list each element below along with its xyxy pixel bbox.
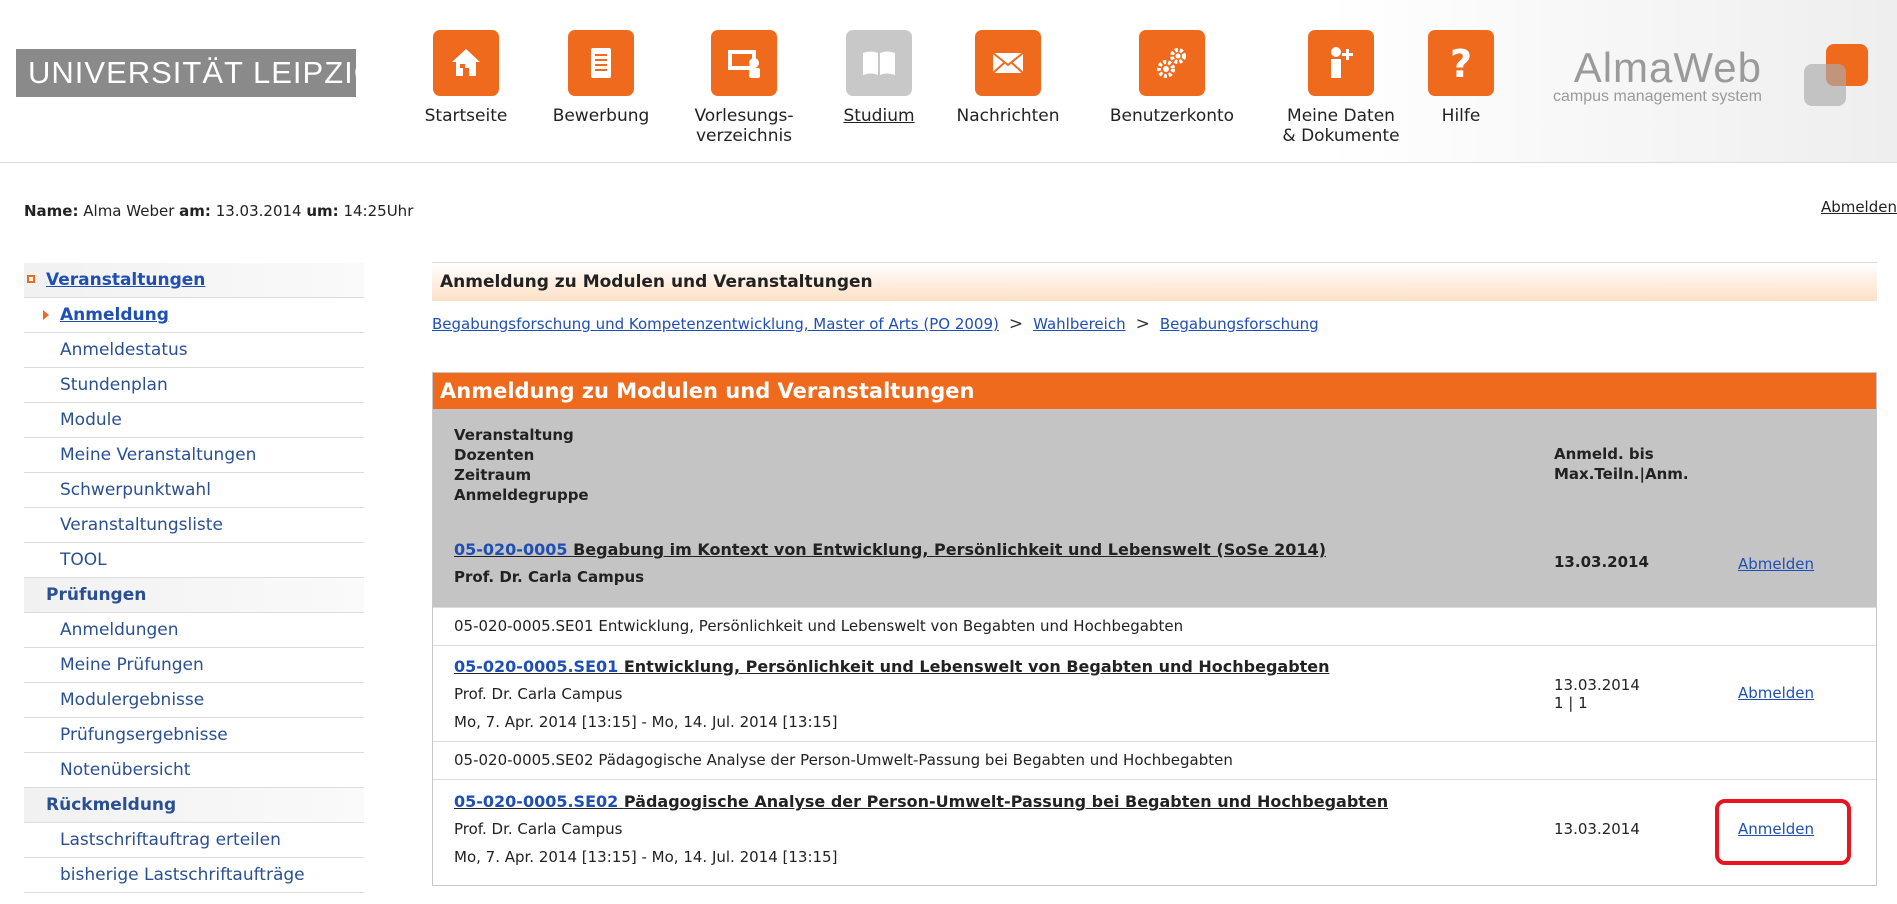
table-header: Veranstaltung Dozenten Zeitraum Anmeldeg… xyxy=(433,409,1876,517)
nav-label: Hilfe xyxy=(1441,106,1481,126)
collapse-square-icon xyxy=(27,275,35,283)
course-period: Mo, 7. Apr. 2014 [13:15] - Mo, 14. Jul. … xyxy=(454,713,838,731)
nav-label: Benutzerkonto xyxy=(1109,106,1235,126)
current-time: 14:25 xyxy=(343,202,387,220)
sidebar-item-lastschriftauftrag[interactable]: Lastschriftauftrag erteilen xyxy=(24,823,364,858)
subgroup-label: 05-020-0005.SE01 Entwicklung, Persönlich… xyxy=(454,617,1184,635)
sidebar: Veranstaltungen Anmeldung Anmeldestatus … xyxy=(24,263,364,893)
module-code-link[interactable]: 05-020-0005 xyxy=(454,540,567,559)
nav-label: Startseite xyxy=(424,106,508,126)
module-row: 05-020-0005 Begabung im Kontext von Entw… xyxy=(433,517,1876,607)
course-capacity: 1 | 1 xyxy=(1554,694,1588,712)
sidebar-section-veranstaltungen[interactable]: Veranstaltungen xyxy=(24,263,364,298)
course-row: 05-020-0005.SE01 Entwicklung, Persönlich… xyxy=(433,645,1876,741)
sidebar-item-stundenplan[interactable]: Stundenplan xyxy=(24,368,364,403)
sidebar-item-modulergebnisse[interactable]: Modulergebnisse xyxy=(24,683,364,718)
sidebar-item-meine-pruefungen[interactable]: Meine Prüfungen xyxy=(24,648,364,683)
module-unregister-link[interactable]: Abmelden xyxy=(1738,555,1814,573)
course-lecturer: Prof. Dr. Carla Campus xyxy=(454,820,623,838)
module-lecturer: Prof. Dr. Carla Campus xyxy=(454,568,645,586)
envelope-icon xyxy=(975,30,1041,96)
brand-title: AlmaWeb xyxy=(1573,44,1762,91)
nav-hilfe[interactable]: ? Hilfe xyxy=(1428,30,1494,155)
sidebar-section-pruefungen[interactable]: Prüfungen xyxy=(24,578,364,613)
university-logo[interactable]: UNIVERSITÄT LEIPZIG xyxy=(16,49,356,97)
subgroup-row: 05-020-0005.SE01 Entwicklung, Persönlich… xyxy=(433,607,1876,645)
header: UNIVERSITÄT LEIPZIG Startseite Bewerbung… xyxy=(0,0,1897,163)
course-unregister-link[interactable]: Abmelden xyxy=(1738,684,1814,702)
gears-icon xyxy=(1139,30,1205,96)
nav-bewerbung[interactable]: Bewerbung xyxy=(548,30,654,155)
breadcrumb-link-studiengang[interactable]: Begabungsforschung und Kompetenzentwickl… xyxy=(432,315,999,333)
subgroup-row: 05-020-0005.SE02 Pädagogische Analyse de… xyxy=(433,741,1876,779)
question-icon: ? xyxy=(1428,30,1494,96)
nav-label: Bewerbung xyxy=(552,106,650,126)
nav-nachrichten[interactable]: Nachrichten xyxy=(952,30,1064,155)
nav-startseite[interactable]: Startseite xyxy=(418,30,514,155)
breadcrumb-separator: > xyxy=(1135,314,1150,334)
course-code-link[interactable]: 05-020-0005.SE01 xyxy=(454,657,618,676)
sidebar-item-tool[interactable]: TOOL xyxy=(24,543,364,578)
table-title: Anmeldung zu Modulen und Veranstaltungen xyxy=(433,373,1876,409)
sidebar-section-rueckmeldung[interactable]: Rückmeldung xyxy=(24,788,364,823)
breadcrumb: Begabungsforschung und Kompetenzentwickl… xyxy=(432,314,1319,334)
nav-label: Nachrichten xyxy=(956,106,1060,126)
subgroup-label: 05-020-0005.SE02 Pädagogische Analyse de… xyxy=(454,751,1233,769)
sidebar-item-notenuebersicht[interactable]: Notenübersicht xyxy=(24,753,364,788)
course-lecturer: Prof. Dr. Carla Campus xyxy=(454,685,623,703)
header-right-columns: Anmeld. bis Max.Teiln.|Anm. xyxy=(1554,445,1689,483)
sidebar-item-bisherige-lastschriftauftraege[interactable]: bisherige Lastschriftaufträge xyxy=(24,858,364,893)
course-row: 05-020-0005.SE02 Pädagogische Analyse de… xyxy=(433,779,1876,885)
page-title: Anmeldung zu Modulen und Veranstaltungen xyxy=(432,262,1877,301)
svg-text:?: ? xyxy=(1450,42,1472,85)
nav-studium[interactable]: Studium xyxy=(838,30,920,155)
user-info: Name: Alma Weber am: 13.03.2014 um: 14:2… xyxy=(24,202,414,220)
registration-table: Anmeldung zu Modulen und Veranstaltungen… xyxy=(432,372,1877,886)
module-title: 05-020-0005 Begabung im Kontext von Entw… xyxy=(454,540,1326,559)
sidebar-item-anmeldungen[interactable]: Anmeldungen xyxy=(24,613,364,648)
almaweb-logo: AlmaWeb campus management system xyxy=(1538,44,1878,114)
breadcrumb-link-begabungsforschung[interactable]: Begabungsforschung xyxy=(1160,315,1319,333)
brand-subtitle: campus management system xyxy=(1553,88,1762,105)
sidebar-item-schwerpunktwahl[interactable]: Schwerpunktwahl xyxy=(24,473,364,508)
course-period: Mo, 7. Apr. 2014 [13:15] - Mo, 14. Jul. … xyxy=(454,848,838,866)
sidebar-item-anmeldestatus[interactable]: Anmeldestatus xyxy=(24,333,364,368)
user-name: Alma Weber xyxy=(83,202,175,220)
nav-benutzerkonto[interactable]: Benutzerkonto xyxy=(1100,30,1244,155)
nav-label: Studium xyxy=(843,106,915,126)
user-add-icon xyxy=(1308,30,1374,96)
presentation-icon xyxy=(711,30,777,96)
nav-meine-daten[interactable]: Meine Daten & Dokumente xyxy=(1278,30,1404,155)
book-icon xyxy=(846,30,912,96)
nav-label: Meine Daten & Dokumente xyxy=(1282,106,1400,146)
course-deadline: 13.03.2014 xyxy=(1554,820,1640,838)
document-icon xyxy=(568,30,634,96)
header-left-columns: Veranstaltung Dozenten Zeitraum Anmeldeg… xyxy=(454,426,589,504)
course-title: 05-020-0005.SE01 Entwicklung, Persönlich… xyxy=(454,657,1330,676)
current-date: 13.03.2014 xyxy=(215,202,302,220)
logout-link[interactable]: Abmelden xyxy=(1821,198,1897,216)
sidebar-item-pruefungsergebnisse[interactable]: Prüfungsergebnisse xyxy=(24,718,364,753)
course-deadline: 13.03.2014 xyxy=(1554,676,1640,694)
nav-vorlesungsverzeichnis[interactable]: Vorlesungs- verzeichnis xyxy=(688,30,800,155)
course-title: 05-020-0005.SE02 Pädagogische Analyse de… xyxy=(454,792,1389,811)
arrow-right-icon xyxy=(43,310,49,320)
home-icon xyxy=(433,30,499,96)
sidebar-item-veranstaltungsliste[interactable]: Veranstaltungsliste xyxy=(24,508,364,543)
course-code-link[interactable]: 05-020-0005.SE02 xyxy=(454,792,618,811)
sidebar-item-anmeldung[interactable]: Anmeldung xyxy=(24,298,364,333)
breadcrumb-separator: > xyxy=(1008,314,1024,334)
breadcrumb-link-wahlbereich[interactable]: Wahlbereich xyxy=(1033,315,1125,333)
module-deadline: 13.03.2014 xyxy=(1554,553,1649,571)
sidebar-item-module[interactable]: Module xyxy=(24,403,364,438)
logo-square-grey xyxy=(1804,64,1846,106)
nav-label: Vorlesungs- verzeichnis xyxy=(694,106,794,146)
highlight-annotation xyxy=(1715,799,1851,865)
sidebar-item-meine-veranstaltungen[interactable]: Meine Veranstaltungen xyxy=(24,438,364,473)
